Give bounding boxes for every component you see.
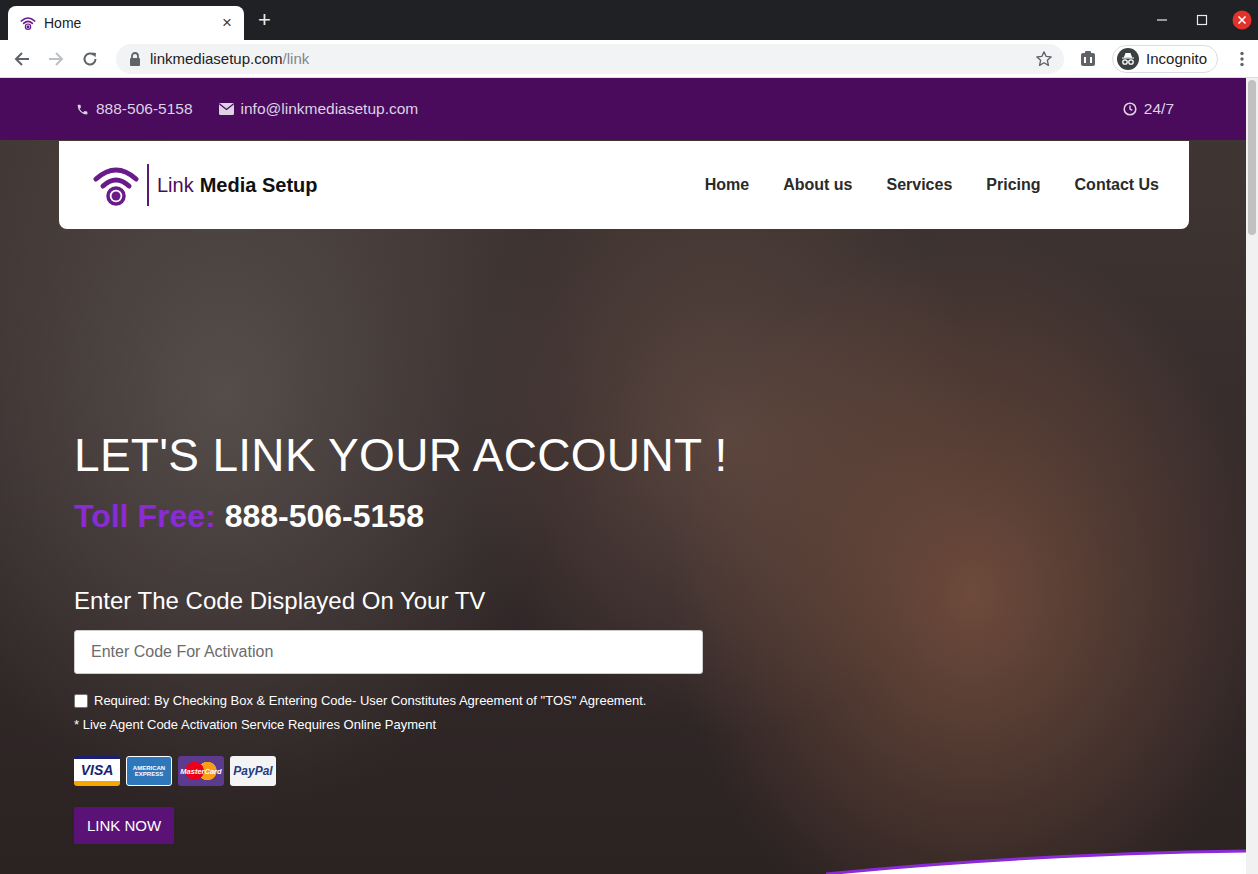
minimize-icon[interactable] (1152, 10, 1172, 30)
back-arrow-icon[interactable] (12, 49, 32, 69)
main-nav: Home About us Services Pricing Contact Us (705, 176, 1159, 194)
hero-section: Link Media Setup Home About us Services Prici… (0, 140, 1246, 874)
payment-label: PayPal (233, 764, 272, 778)
scrollbar[interactable] (1246, 78, 1258, 874)
logo-divider (147, 164, 149, 206)
payment-methods: VISA AMERICAN EXPRESS MasterCard PayPal (74, 756, 1246, 786)
new-tab-button[interactable]: + (258, 9, 271, 31)
nav-link[interactable]: Services (886, 176, 952, 194)
incognito-icon (1117, 48, 1139, 70)
nav-link[interactable]: Contact Us (1075, 176, 1159, 194)
brand-name-light: Link (157, 174, 194, 197)
browser-tab[interactable]: Home × (8, 6, 244, 40)
toll-free-number[interactable]: 888-506-5158 (225, 498, 424, 534)
tos-checkbox[interactable] (74, 694, 88, 708)
reload-icon[interactable] (80, 49, 100, 69)
url-path: /link (283, 50, 310, 67)
payment-label: MasterCard (180, 767, 221, 776)
phone-info: 888-506-5158 (76, 100, 193, 118)
payment-label: VISA (81, 762, 114, 778)
hero-heading: LET'S LINK YOUR ACCOUNT ! (74, 428, 1246, 483)
url-text: linkmediasetup.com/link (150, 50, 1026, 67)
favicon-wifi-icon (20, 15, 36, 31)
site-header: Link Media Setup Home About us Services Prici… (59, 141, 1189, 229)
contact-bar: 888-506-5158 info@linkmediasetup.com 24/7 (0, 78, 1246, 140)
hero-content: LET'S LINK YOUR ACCOUNT ! Toll Free:888-5… (0, 428, 1246, 844)
tos-agreement[interactable]: Required: By Checking Box & Entering Cod… (74, 692, 1246, 709)
incognito-badge[interactable]: Incognito (1112, 45, 1218, 73)
envelope-icon (219, 102, 234, 116)
menu-dots-icon[interactable] (1232, 49, 1252, 69)
hours-info: 24/7 (1123, 100, 1174, 118)
extension-icon[interactable] (1078, 49, 1098, 69)
close-window-icon[interactable] (1232, 10, 1252, 30)
phone-number[interactable]: 888-506-5158 (96, 100, 193, 118)
payment-note: * Live Agent Code Activation Service Req… (74, 716, 1246, 733)
activation-code-input[interactable] (74, 630, 703, 674)
payment-badge: AMERICAN EXPRESS (126, 756, 172, 786)
brand-name-bold: Media Setup (200, 174, 318, 197)
window-controls (1152, 0, 1258, 40)
tab-close-button[interactable]: × (218, 14, 236, 32)
phone-icon (76, 102, 89, 116)
browser-toolbar: linkmediasetup.com/link Incognito (0, 40, 1258, 78)
scroll-thumb[interactable] (1248, 80, 1256, 235)
url-host: linkmediasetup.com (150, 50, 283, 67)
payment-badge: MasterCard (178, 756, 224, 786)
maximize-icon[interactable] (1192, 10, 1212, 30)
email-address[interactable]: info@linkmediasetup.com (241, 100, 419, 118)
page-content: 888-506-5158 info@linkmediasetup.com 24/7 L… (0, 78, 1246, 874)
code-prompt: Enter The Code Displayed On Your TV (74, 587, 1246, 616)
payment-badge: PayPal (230, 756, 276, 786)
nav-link[interactable]: About us (783, 176, 852, 194)
lock-icon (128, 51, 142, 67)
address-bar[interactable]: linkmediasetup.com/link (116, 44, 1064, 74)
incognito-label: Incognito (1146, 50, 1207, 67)
toll-free-label: Toll Free: (74, 498, 216, 534)
link-now-button[interactable]: LINK NOW (74, 807, 174, 844)
toll-free-line: Toll Free:888-506-5158 (74, 497, 1246, 535)
bottom-wave (826, 848, 1246, 874)
hours-text: 24/7 (1144, 100, 1174, 118)
payment-badge: VISA (74, 756, 120, 786)
payment-label: AMERICAN EXPRESS (129, 765, 169, 777)
web-page: 888-506-5158 info@linkmediasetup.com 24/7 L… (0, 78, 1258, 874)
tos-label: Required: By Checking Box & Entering Cod… (94, 692, 646, 709)
tab-title: Home (44, 15, 210, 31)
tab-strip: Home × + (0, 0, 1258, 40)
wifi-logo-icon (91, 162, 141, 208)
nav-link[interactable]: Home (705, 176, 749, 194)
email-info: info@linkmediasetup.com (219, 100, 419, 118)
site-logo[interactable]: Link Media Setup (91, 162, 318, 208)
nav-link[interactable]: Pricing (986, 176, 1040, 194)
forward-arrow-icon[interactable] (46, 49, 66, 69)
clock-icon (1123, 102, 1137, 116)
bookmark-star-icon[interactable] (1034, 49, 1054, 69)
